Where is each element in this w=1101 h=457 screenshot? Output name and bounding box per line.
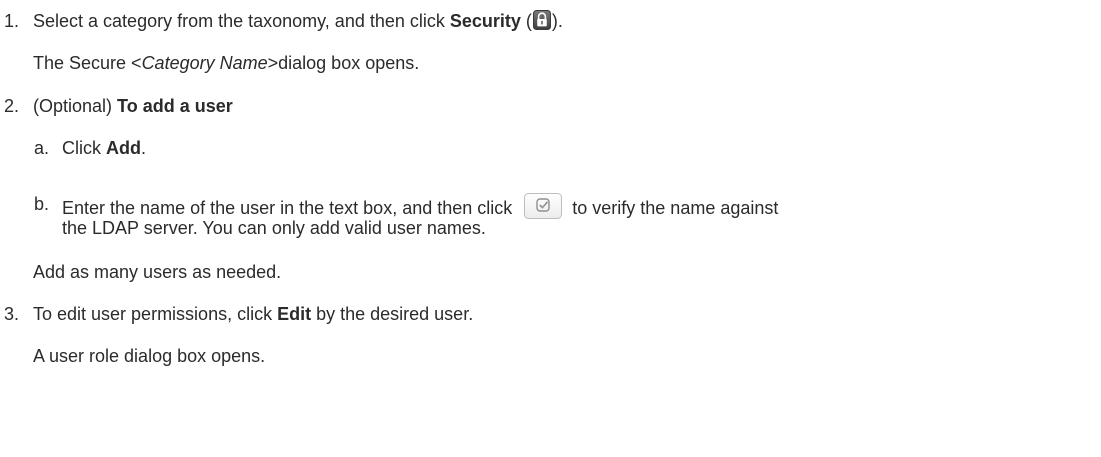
category-name-placeholder: Category Name bbox=[141, 53, 268, 73]
step-2-text: (Optional) To add a user bbox=[33, 96, 233, 116]
step-number: 1. bbox=[4, 11, 20, 31]
substep-letter: b. bbox=[34, 194, 50, 214]
edit-label: Edit bbox=[277, 304, 312, 324]
security-label: Security bbox=[449, 11, 521, 31]
substep-b-line-1: Enter the name of the user in the text b… bbox=[62, 193, 778, 219]
step-text: Select a category from the taxonomy, and… bbox=[33, 11, 450, 31]
add-user-heading: To add a user bbox=[117, 96, 233, 116]
verify-check-icon bbox=[524, 193, 563, 219]
add-label: Add bbox=[106, 138, 141, 158]
step-number: 3. bbox=[4, 304, 20, 324]
substep-letter: a. bbox=[34, 138, 50, 158]
step-2-result: Add as many users as needed. bbox=[33, 262, 282, 282]
step-number: 2. bbox=[4, 96, 20, 116]
step-1-text: Select a category from the taxonomy, and… bbox=[33, 10, 563, 32]
paren-close: ). bbox=[551, 11, 563, 31]
substep-b-line-2: the LDAP server. You can only add valid … bbox=[62, 218, 486, 238]
step-3-text: To edit user permissions, click Edit by … bbox=[33, 304, 474, 324]
substep-a-text: Click Add. bbox=[62, 138, 147, 158]
step-3-result: A user role dialog box opens. bbox=[33, 346, 266, 366]
lock-icon bbox=[532, 10, 551, 30]
step-1-result: The Secure <Category Name>dialog box ope… bbox=[33, 53, 420, 73]
paren-open: ( bbox=[520, 11, 532, 31]
